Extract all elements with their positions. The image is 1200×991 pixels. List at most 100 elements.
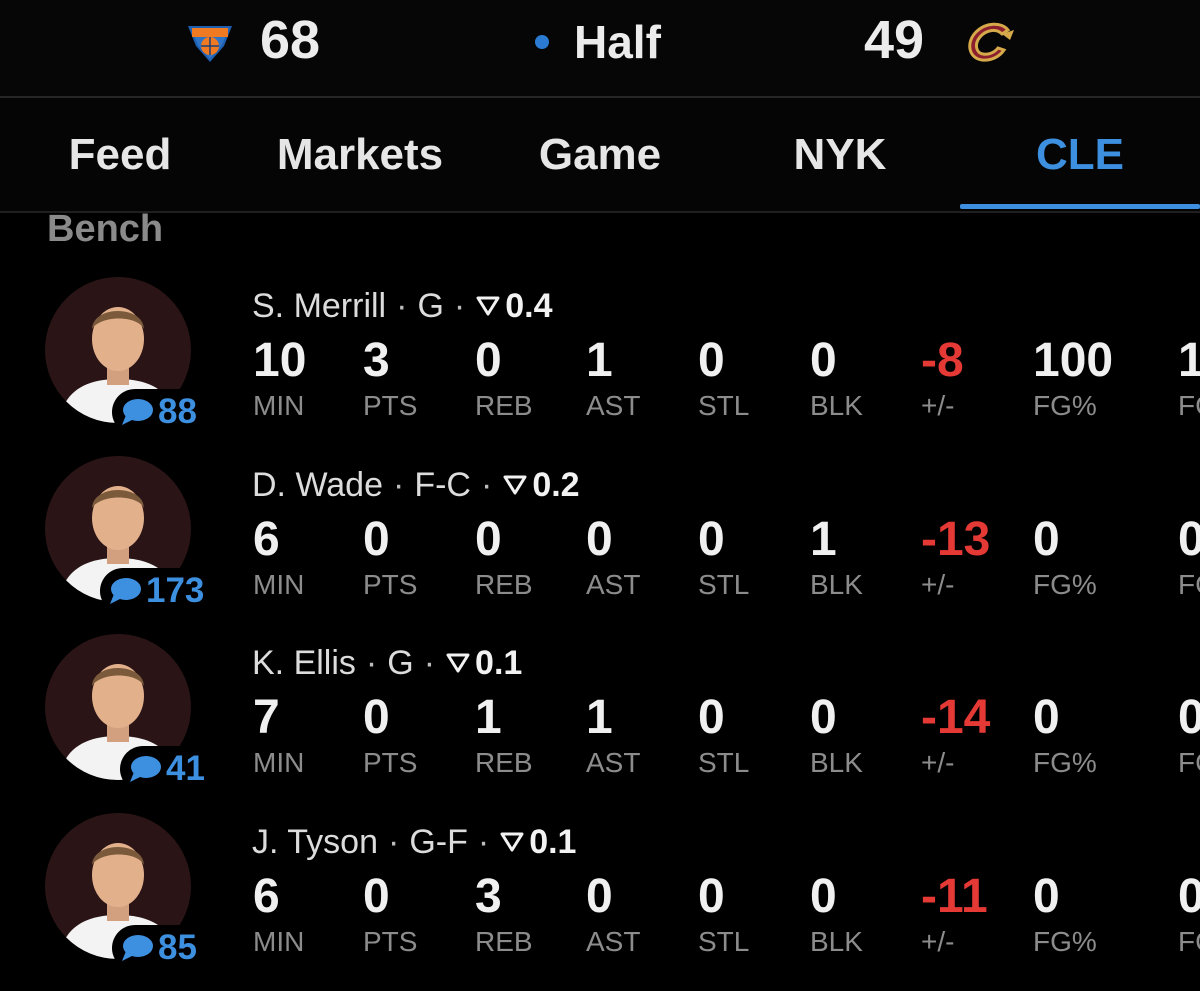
player-projection: 0.1 [475,644,523,682]
stat-value: 0 [586,513,613,566]
stat-value: 0 [475,334,502,387]
home-score: 68 [260,10,321,70]
projection-icon [446,653,470,673]
stat-label: +/- [921,926,955,957]
stat-value: 0 [698,870,725,923]
player-name: S. Merrill [252,287,387,325]
player-row-4[interactable]: 85 J. Tyson · G-F · 0.1 6 MIN 0 PTS 3 REB 0 AST… [0,813,1200,991]
stat-value: 0 [1033,513,1060,566]
stat-value: 0 [1178,870,1200,923]
stat-label: FG% [1033,926,1097,957]
stat-value: 1 [586,334,613,387]
stat-label: FG% [1033,569,1097,600]
stat-value: 3 [363,334,390,387]
stat-value: 7 [253,691,280,744]
stat-value: 100 [1033,334,1114,387]
stat-label: AST [586,747,641,778]
separator-dot: · [393,466,405,504]
cavaliers-logo-icon [968,22,1014,62]
tab-markets[interactable]: Markets [240,128,480,182]
stat-label: REB [475,390,533,421]
player-header[interactable]: S. Merrill · G · 0.4 [252,285,552,327]
stat-label: STL [698,747,750,778]
stat-value: 0 [1178,513,1200,566]
live-status-dot [535,35,549,49]
stat-label: AST [586,390,641,421]
stat-value: -13 [921,513,991,566]
stat-label: MIN [253,926,305,957]
stat-value: 0 [810,334,837,387]
comment-badge[interactable]: 41 [120,746,211,792]
comment-bubble-icon [110,578,141,604]
separator-dot: · [423,644,436,682]
stat-value: 0 [1033,691,1060,744]
stat-value: 0 [698,334,725,387]
stat-value: 0 [698,513,725,566]
stat-label: REB [475,569,533,600]
projection-icon [476,296,500,316]
stat-value: -8 [921,334,964,387]
stat-value: 6 [253,513,280,566]
stat-label: MIN [253,569,305,600]
active-tab-indicator [960,204,1200,209]
stat-value: 1 [1178,334,1200,387]
player-row-2[interactable]: 173 D. Wade · F-C · 0.2 6 MIN 0 PTS 0 REB 0 AST… [0,456,1200,634]
stat-label: FG [1178,747,1200,778]
stat-value: 0 [698,691,725,744]
player-name: D. Wade [252,466,384,504]
separator-dot: · [477,823,490,861]
stat-value: 0 [363,513,390,566]
player-projection: 0.1 [529,823,577,861]
stat-label: PTS [363,390,418,421]
stat-value: 0 [475,513,502,566]
stat-value: 0 [363,870,390,923]
player-projection: 0.2 [532,466,580,504]
player-header[interactable]: K. Ellis · G · 0.1 [252,642,522,684]
stat-label: +/- [921,569,955,600]
comment-count: 88 [158,392,197,431]
stat-label: AST [586,569,641,600]
comment-badge[interactable]: 88 [112,389,203,435]
stat-label: PTS [363,569,418,600]
stat-label: FG% [1033,747,1097,778]
player-projection: 0.4 [505,287,553,325]
comment-bubble-icon [122,399,153,425]
stat-label: MIN [253,390,305,421]
player-position: G [387,644,414,682]
projection-icon [500,832,524,852]
tab-game[interactable]: Game [480,128,720,182]
stat-label: +/- [921,390,955,421]
player-row-1[interactable]: 88 S. Merrill · G · 0.4 10 MIN 3 PTS 0 REB 1 AS… [0,277,1200,455]
player-row-3[interactable]: 41 K. Ellis · G · 0.1 7 MIN 0 PTS 1 REB 1 AST 0 S… [0,634,1200,812]
stat-label: PTS [363,747,418,778]
tab-feed[interactable]: Feed [0,128,240,182]
stat-label: STL [698,390,750,421]
stat-label: FG [1178,926,1200,957]
tab-cle[interactable]: CLE [960,128,1200,182]
player-header[interactable]: J. Tyson · G-F · 0.1 [252,821,576,863]
stat-value: 1 [810,513,837,566]
stat-label: AST [586,926,641,957]
stat-label: BLK [810,390,863,421]
comment-bubble-icon [130,756,161,782]
stat-label: STL [698,569,750,600]
separator-dot: · [481,466,493,504]
comment-badge[interactable]: 173 [100,568,211,614]
comment-badge[interactable]: 85 [112,925,203,971]
stat-label: REB [475,747,533,778]
tab-nyk[interactable]: NYK [720,128,960,182]
stat-label: REB [475,926,533,957]
separator-dot: · [396,287,408,325]
player-header[interactable]: D. Wade · F-C · 0.2 [252,464,580,506]
stat-value: 0 [810,691,837,744]
stat-label: MIN [253,747,305,778]
away-score: 49 [864,10,925,70]
stat-label: +/- [921,747,955,778]
stat-label: STL [698,926,750,957]
comment-count: 41 [166,749,205,788]
comment-count: 85 [158,928,197,967]
stat-value: 0 [1033,870,1060,923]
player-name: J. Tyson [252,823,378,861]
stat-value: 1 [475,691,502,744]
stat-value: 10 [253,334,307,387]
